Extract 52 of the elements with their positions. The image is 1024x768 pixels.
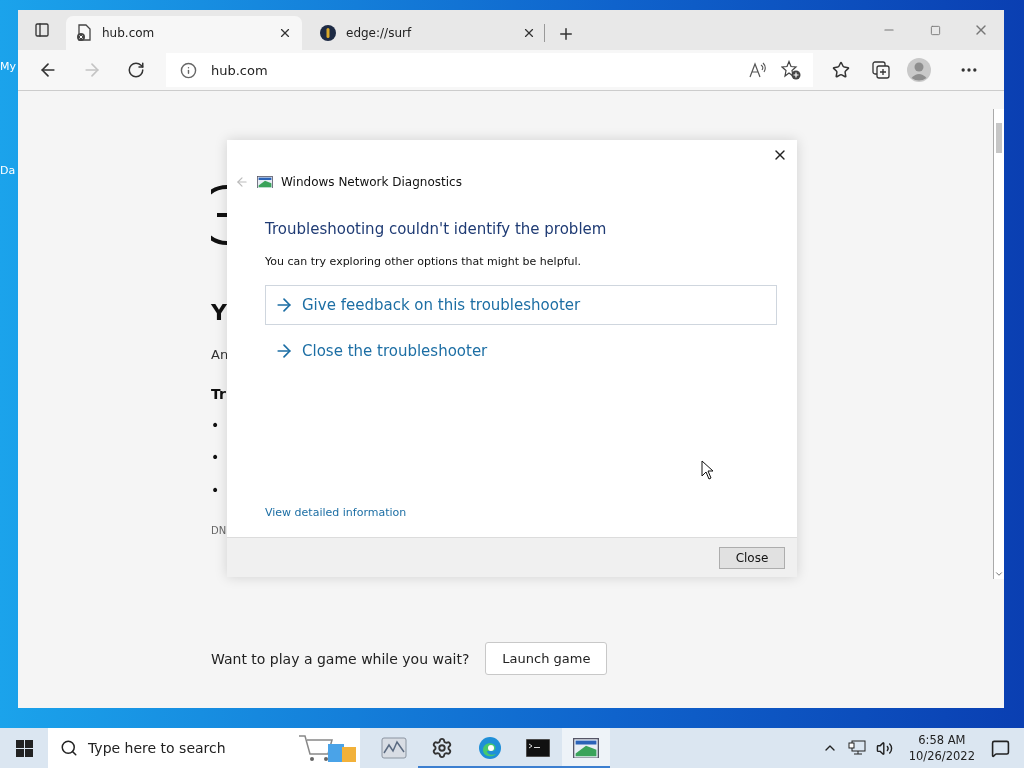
scrollbar[interactable] — [993, 109, 1004, 579]
close-tab-icon[interactable] — [278, 26, 292, 40]
bullet: • — [211, 481, 220, 500]
globe-icon — [211, 185, 227, 245]
troubleshooter-option[interactable]: Give feedback on this troubleshooter — [265, 285, 777, 325]
dialog-title: Windows Network Diagnostics — [281, 175, 462, 189]
error-code: DN — [211, 524, 227, 538]
mouse-cursor-icon — [701, 460, 715, 480]
search-icon — [60, 739, 78, 757]
new-tab-icon[interactable] — [557, 25, 575, 43]
address-bar[interactable]: hub.com — [166, 53, 813, 87]
terminal-icon — [526, 739, 550, 757]
page-error-icon — [76, 24, 92, 42]
scroll-thumb[interactable] — [996, 123, 1002, 153]
taskbar-app[interactable] — [562, 728, 610, 768]
bullet: • — [211, 448, 220, 467]
performance-monitor-icon — [381, 737, 407, 759]
launch-game-button[interactable]: Launch game — [485, 642, 608, 675]
windows-logo-icon — [15, 739, 33, 757]
close-tab-icon[interactable] — [522, 26, 536, 40]
page-heading: Y — [211, 299, 227, 327]
close-button[interactable]: Close — [719, 546, 785, 569]
profile-avatar-icon[interactable] — [907, 58, 931, 82]
notifications-icon[interactable] — [991, 738, 1010, 758]
collections-icon[interactable] — [871, 60, 891, 80]
network-icon[interactable] — [847, 740, 866, 756]
dialog-heading: Troubleshooting couldn't identify the problem — [265, 219, 607, 239]
maximize-icon[interactable] — [929, 24, 941, 36]
browser-tab[interactable]: edge://surf — [310, 16, 546, 50]
browser-tab[interactable]: hub.com — [66, 16, 302, 50]
page-subheading: Tr — [211, 385, 226, 404]
scroll-down-icon[interactable] — [994, 569, 1004, 579]
info-icon[interactable] — [180, 61, 197, 79]
game-prompt: Want to play a game while you wait? — [211, 650, 470, 667]
details-link[interactable]: View detailed information — [265, 506, 407, 519]
volume-icon[interactable] — [875, 739, 893, 757]
favorites-icon[interactable] — [832, 61, 850, 79]
tab-actions-icon[interactable] — [34, 22, 50, 38]
page-text: An — [211, 346, 229, 364]
bullet: • — [211, 416, 220, 435]
refresh-icon[interactable] — [127, 61, 145, 79]
clock[interactable]: 6:58 AM 10/26/2022 — [908, 732, 975, 764]
dialog-description: You can try exploring other options that might be helpful. — [265, 255, 582, 269]
network-diagnostics-icon — [257, 175, 273, 189]
add-favorite-icon[interactable] — [781, 60, 801, 80]
site-icon — [320, 25, 336, 41]
read-aloud-icon[interactable] — [749, 62, 767, 78]
network-diagnostics-icon — [573, 737, 599, 759]
settings-icon — [431, 737, 453, 759]
taskbar-search-field[interactable]: Type here to search — [48, 728, 360, 768]
troubleshooter-option[interactable]: Close the troubleshooter — [265, 331, 777, 371]
edge-icon — [478, 736, 502, 760]
